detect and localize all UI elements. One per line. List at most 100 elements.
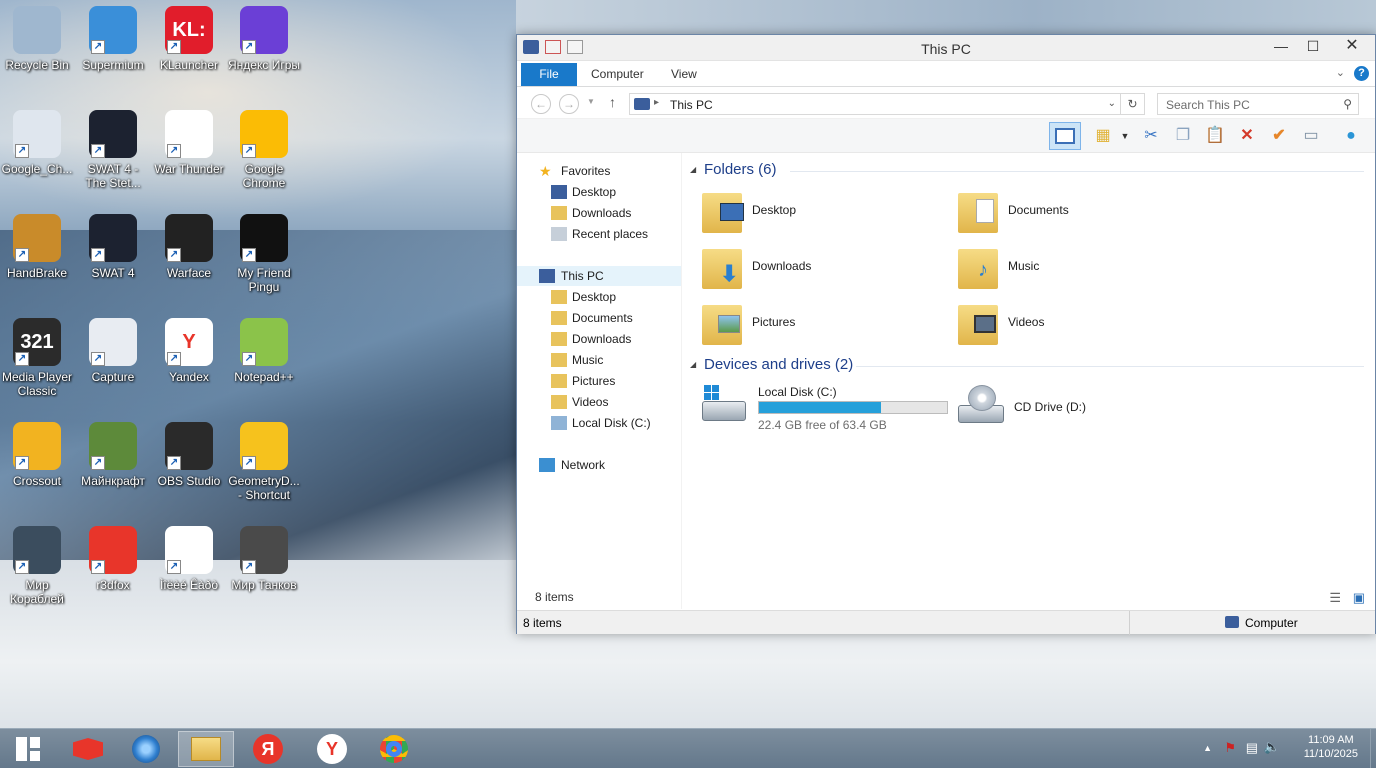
close-button[interactable]: ✕ bbox=[1329, 35, 1375, 59]
forward-button[interactable]: → bbox=[559, 94, 579, 114]
tab-computer[interactable]: Computer bbox=[579, 63, 656, 86]
expand-ribbon-icon[interactable]: ⌄ bbox=[1336, 66, 1345, 79]
delete-icon[interactable]: ✕ bbox=[1235, 125, 1259, 147]
desktop-icon[interactable]: Y ↗ Yandex bbox=[152, 318, 226, 384]
collapse-folders-icon[interactable]: ◢ bbox=[690, 165, 696, 174]
start-button[interactable] bbox=[0, 731, 56, 767]
folder-music[interactable]: ♪ Music bbox=[958, 245, 1208, 295]
taskbar-yandex[interactable]: Y bbox=[304, 731, 360, 767]
cut-icon[interactable]: ✂ bbox=[1139, 125, 1163, 147]
desktop-icon[interactable]: ↗ Crossout bbox=[0, 422, 74, 488]
address-dropdown-icon[interactable]: ⌄ bbox=[1108, 98, 1116, 109]
details-view-icon[interactable]: ☰ bbox=[1329, 590, 1341, 606]
large-icons-view-icon[interactable]: ▣ bbox=[1353, 590, 1365, 606]
rename-check-icon[interactable]: ✔ bbox=[1267, 125, 1291, 147]
desktop-icon[interactable]: ↗ Майнкрафт bbox=[76, 422, 150, 488]
folder-videos[interactable]: Videos bbox=[958, 301, 1208, 351]
show-hidden-icons[interactable]: ▲ bbox=[1203, 743, 1212, 753]
nav-pc-local-disk[interactable]: Local Disk (C:) bbox=[517, 413, 681, 433]
breadcrumb-arrow-icon[interactable]: ▸ bbox=[654, 97, 659, 108]
action-center-flag-icon[interactable]: ⚑ bbox=[1224, 740, 1236, 756]
nav-pc-videos[interactable]: Videos bbox=[517, 392, 681, 412]
nav-this-pc[interactable]: This PC bbox=[517, 266, 681, 286]
folder-label: Documents bbox=[1008, 203, 1069, 217]
dropdown-icon[interactable]: ▼ bbox=[1113, 125, 1137, 147]
taskbar-chrome[interactable] bbox=[366, 731, 422, 767]
desktop-icon[interactable]: ↗ Warface bbox=[152, 214, 226, 280]
up-button[interactable]: ↑ bbox=[609, 94, 616, 110]
tab-view[interactable]: View bbox=[659, 63, 709, 86]
drive-d[interactable]: CD Drive (D:) bbox=[958, 383, 1208, 433]
desktop-icon[interactable]: ↗ Notepad++ bbox=[227, 318, 301, 384]
desktop-icon[interactable]: ↗ HandBrake bbox=[0, 214, 74, 280]
nav-pc-downloads[interactable]: Downloads bbox=[517, 329, 681, 349]
desktop-icon[interactable]: ↗ SWAT 4 - The Stet... bbox=[76, 110, 150, 190]
back-button[interactable]: ← bbox=[531, 94, 551, 114]
maximize-button[interactable]: ☐ bbox=[1297, 35, 1329, 59]
search-icon[interactable]: ⚲ bbox=[1343, 97, 1352, 111]
taskbar-supermium[interactable] bbox=[118, 731, 174, 767]
desktop-icon[interactable]: ↗ My Friend Pingu bbox=[227, 214, 301, 294]
minimize-button[interactable]: — bbox=[1265, 35, 1297, 59]
taskbar-yandex-browser[interactable]: Я bbox=[240, 731, 296, 767]
drive-c[interactable]: Local Disk (C:) 22.4 GB free of 63.4 GB bbox=[702, 383, 952, 433]
nav-fav-desktop[interactable]: Desktop bbox=[517, 182, 681, 202]
desktop-icon-label: Warface bbox=[166, 266, 212, 280]
network-globe-icon[interactable]: ● bbox=[1339, 125, 1363, 147]
desktop-icon[interactable]: ↗ SWAT 4 bbox=[76, 214, 150, 280]
show-desktop-button[interactable] bbox=[1370, 729, 1376, 768]
desktop-icon[interactable]: ↗ Google_Ch... bbox=[0, 110, 74, 176]
shortcut-arrow-icon: ↗ bbox=[167, 248, 181, 262]
help-icon[interactable]: ? bbox=[1354, 66, 1369, 81]
desktop-icon[interactable]: ↗ Google Chrome bbox=[227, 110, 301, 190]
nav-pc-pictures[interactable]: Pictures bbox=[517, 371, 681, 391]
nav-pc-music[interactable]: Music bbox=[517, 350, 681, 370]
desktop-icon[interactable]: ↗ Ìîëèé Êàðò bbox=[152, 526, 226, 592]
taskbar-r3dfox[interactable] bbox=[60, 731, 116, 767]
desktop-icon[interactable]: ↗ Мир Кораблей bbox=[0, 526, 74, 606]
refresh-icon[interactable]: ↻ bbox=[1120, 94, 1144, 114]
nav-fav-recent-places[interactable]: Recent places bbox=[517, 224, 681, 244]
folders-header[interactable]: Folders (6) bbox=[704, 161, 777, 178]
paste-icon[interactable]: 📋 bbox=[1203, 125, 1227, 147]
nav-fav-downloads[interactable]: Downloads bbox=[517, 203, 681, 223]
shortcut-arrow-icon: ↗ bbox=[15, 248, 29, 262]
desktop-icon[interactable]: ↗ Capture bbox=[76, 318, 150, 384]
tab-file[interactable]: File bbox=[521, 63, 577, 86]
copy-icon[interactable]: ❐ bbox=[1171, 125, 1195, 147]
clock[interactable]: 11:09 AM 11/10/2025 bbox=[1304, 734, 1358, 760]
address-bar[interactable]: ▸ This PC ⌄ ↻ bbox=[629, 93, 1145, 115]
desktop-icon[interactable]: ↗ War Thunder bbox=[152, 110, 226, 176]
nav-network[interactable]: Network bbox=[517, 455, 681, 475]
desktop-icon[interactable]: ↗ GeometryD... - Shortcut bbox=[227, 422, 301, 502]
folder-documents[interactable]: Documents bbox=[958, 189, 1208, 239]
search-box[interactable]: Search This PC ⚲ bbox=[1157, 93, 1359, 115]
collapse-devices-icon[interactable]: ◢ bbox=[690, 360, 696, 369]
map-drive-icon[interactable]: ▭ bbox=[1299, 125, 1323, 147]
nav-pc-desktop[interactable]: Desktop bbox=[517, 287, 681, 307]
folder-downloads[interactable]: ⬇ Downloads bbox=[702, 245, 952, 295]
taskbar-file-explorer[interactable] bbox=[178, 731, 234, 767]
folder-pictures[interactable]: Pictures bbox=[702, 301, 952, 351]
network-tray-icon[interactable]: ▤ bbox=[1246, 740, 1258, 756]
nav-favorites[interactable]: ★ Favorites bbox=[517, 161, 681, 181]
desktop-icon[interactable]: ↗ OBS Studio bbox=[152, 422, 226, 488]
volume-icon[interactable]: 🔈 bbox=[1264, 739, 1280, 755]
devices-header[interactable]: Devices and drives (2) bbox=[704, 356, 853, 373]
folder-icon bbox=[702, 301, 744, 347]
properties-check-icon[interactable]: ▦ bbox=[1091, 125, 1115, 147]
preview-pane-icon[interactable] bbox=[1049, 122, 1081, 150]
folder-label: Music bbox=[1008, 259, 1040, 273]
title-bar[interactable]: This PC — ☐ ✕ bbox=[517, 35, 1375, 61]
folder-desktop[interactable]: Desktop bbox=[702, 189, 952, 239]
recent-locations-icon[interactable]: ▼ bbox=[587, 97, 595, 106]
desktop-icon[interactable]: KL: ↗ KLauncher bbox=[152, 6, 226, 72]
desktop-icon[interactable]: ↗ Яндекс Игры bbox=[227, 6, 301, 72]
desktop-icon[interactable]: 321 ↗ Media Player Classic bbox=[0, 318, 74, 398]
desktop-icon[interactable]: Recycle Bin bbox=[0, 6, 74, 72]
folder-icon: ♪ bbox=[958, 245, 1000, 291]
desktop-icon[interactable]: ↗ Supermium bbox=[76, 6, 150, 72]
nav-pc-documents[interactable]: Documents bbox=[517, 308, 681, 328]
desktop-icon[interactable]: ↗ Мир Танков bbox=[227, 526, 301, 592]
desktop-icon[interactable]: ↗ r3dfox bbox=[76, 526, 150, 592]
